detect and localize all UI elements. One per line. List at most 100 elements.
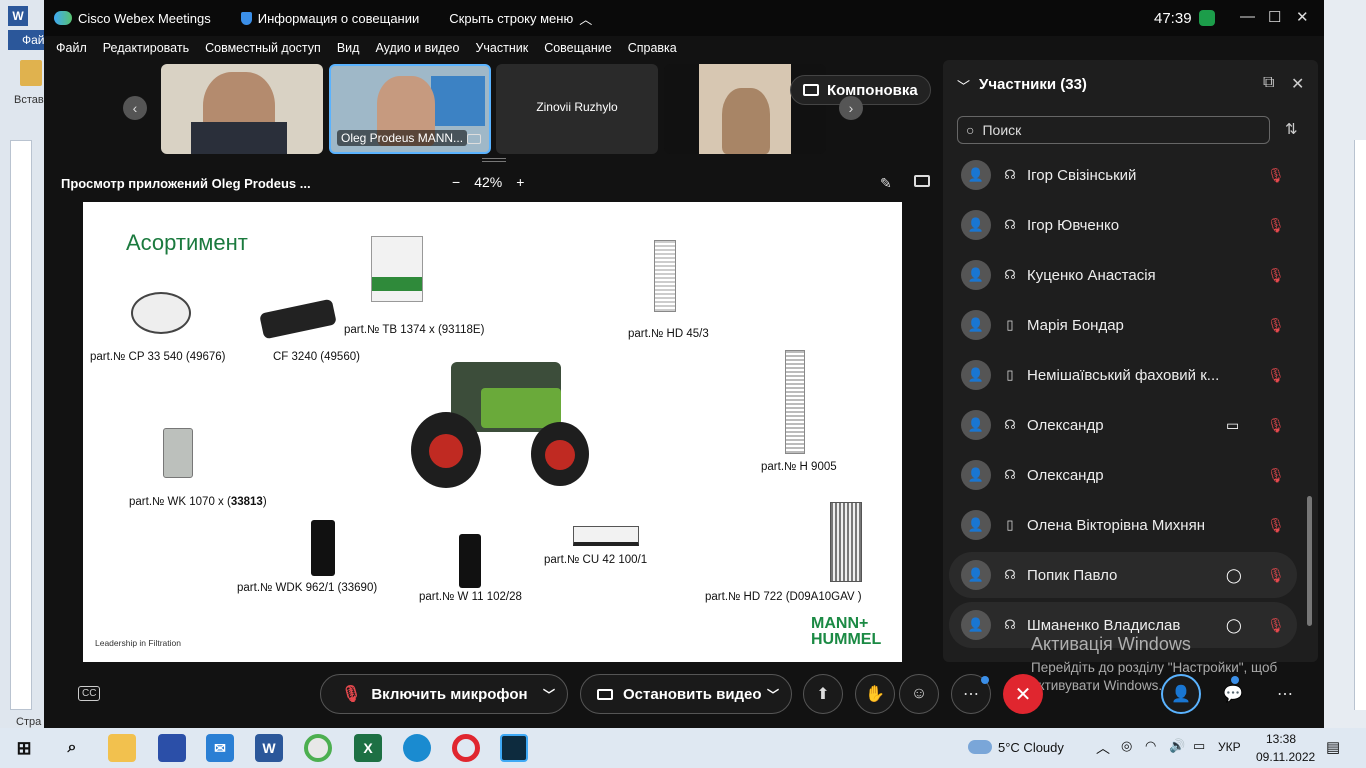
- hide-menu-button[interactable]: Скрыть строку меню ︿: [449, 9, 592, 28]
- video-tile-3[interactable]: Zinovii Ruzhylo: [496, 64, 658, 154]
- share-button[interactable]: ⬆: [803, 674, 843, 714]
- muted-mic-icon[interactable]: 🎙: [1267, 367, 1285, 384]
- muted-mic-icon: 🎙: [341, 686, 362, 703]
- participant-name: Куценко Анастасія: [1027, 266, 1156, 284]
- chat-icon: 💬: [1223, 686, 1243, 703]
- video-button[interactable]: Остановить видео ﹀: [580, 674, 792, 714]
- annotate-icon[interactable]: ✎: [880, 175, 892, 192]
- sort-icon[interactable]: ⇅: [1285, 120, 1298, 138]
- muted-mic-icon[interactable]: 🎙: [1267, 417, 1285, 434]
- participant-row[interactable]: 👤 ▯ Марія Бондар 🎙: [949, 302, 1297, 348]
- label-wdk: part.№ WDK 962/1 (33690): [237, 582, 378, 594]
- zoom-out-button[interactable]: −: [452, 174, 460, 190]
- search-icon[interactable]: ⌕: [58, 734, 86, 762]
- reactions-button[interactable]: ☺: [899, 674, 939, 714]
- word-right-ruler: [1354, 140, 1366, 710]
- participant-row[interactable]: 👤 ☊ Ігор Ювченко 🎙: [949, 202, 1297, 248]
- tb-filter-band: [372, 277, 422, 291]
- muted-mic-icon[interactable]: 🎙: [1267, 617, 1285, 634]
- participants-toggle-button[interactable]: 👤: [1161, 674, 1201, 714]
- mail-icon[interactable]: ✉: [206, 734, 234, 762]
- word-file-tab[interactable]: Фай: [8, 30, 45, 50]
- file-explorer-icon[interactable]: [108, 734, 136, 762]
- participant-scrollbar[interactable]: [1305, 160, 1313, 650]
- clock-date[interactable]: 09.11.2022: [1256, 750, 1315, 764]
- menu-help[interactable]: Справка: [628, 41, 677, 55]
- chat-bubble-icon[interactable]: ◯: [1226, 567, 1242, 584]
- close-icon[interactable]: ✕: [1296, 8, 1309, 26]
- menu-view[interactable]: Вид: [337, 41, 360, 55]
- participant-row[interactable]: 👤 ☊ Олександр ▭ 🎙: [949, 402, 1297, 448]
- menu-share[interactable]: Совместный доступ: [205, 41, 321, 55]
- word-app-icon[interactable]: W: [8, 6, 28, 26]
- scrollbar-thumb[interactable]: [1307, 496, 1312, 626]
- meeting-info-button[interactable]: Информация о совещании: [240, 11, 419, 26]
- popout-icon[interactable]: ⧉: [1263, 74, 1274, 92]
- video-tile-2-active[interactable]: Oleg Prodeus MANN...: [329, 64, 491, 154]
- participant-row[interactable]: 👤 ☊ Олександр 🎙: [949, 452, 1297, 498]
- notifications-icon[interactable]: ▤: [1326, 738, 1340, 756]
- weather-text[interactable]: 5°C Cloudy: [998, 740, 1064, 755]
- camera-icon: [597, 688, 613, 700]
- panel-more-button[interactable]: ⋯: [1265, 674, 1305, 714]
- minimize-icon[interactable]: —: [1240, 8, 1255, 25]
- participant-search-input[interactable]: ○ Поиск: [957, 116, 1270, 144]
- participant-name: Олександр: [1027, 416, 1104, 434]
- muted-mic-icon[interactable]: 🎙: [1267, 467, 1285, 484]
- muted-mic-icon[interactable]: 🎙: [1267, 317, 1285, 334]
- muted-mic-icon[interactable]: 🎙: [1267, 167, 1285, 184]
- chat-bubble-icon[interactable]: ◯: [1226, 617, 1242, 634]
- video-prev-button[interactable]: ‹: [123, 96, 147, 120]
- edge-icon[interactable]: [403, 734, 431, 762]
- menu-audio-video[interactable]: Аудио и видео: [375, 41, 459, 55]
- resize-handle[interactable]: [482, 158, 506, 162]
- tray-chevron-icon[interactable]: ︿: [1096, 738, 1110, 758]
- video-options-chevron-icon[interactable]: ﹀: [767, 686, 779, 703]
- zoom-in-button[interactable]: +: [516, 174, 524, 190]
- excel-icon[interactable]: X: [354, 734, 382, 762]
- captions-icon[interactable]: CC: [78, 686, 101, 701]
- paste-icon[interactable]: [20, 60, 42, 86]
- muted-mic-icon[interactable]: 🎙: [1267, 517, 1285, 534]
- save-icon[interactable]: [158, 734, 186, 762]
- webex-icon[interactable]: [500, 734, 528, 762]
- participant-row[interactable]: 👤 ☊ Ігор Свізінський 🎙: [949, 152, 1297, 198]
- hide-menu-label: Скрыть строку меню: [449, 10, 574, 26]
- wifi-icon[interactable]: ◠: [1145, 738, 1156, 754]
- participant-row[interactable]: 👤 ☊ Куценко Анастасія 🎙: [949, 252, 1297, 298]
- windows-start-icon[interactable]: ⊞: [10, 734, 38, 762]
- muted-mic-icon[interactable]: 🎙: [1267, 217, 1285, 234]
- participant-row[interactable]: 👤 ☊ Попик Павло ◯ 🎙: [949, 552, 1297, 598]
- leave-meeting-button[interactable]: ✕: [1003, 674, 1043, 714]
- participant-row[interactable]: 👤 ▯ Олена Вікторівна Михнян 🎙: [949, 502, 1297, 548]
- battery-icon[interactable]: ▭: [1193, 738, 1205, 754]
- menu-edit[interactable]: Редактировать: [103, 41, 189, 55]
- menu-meeting[interactable]: Совещание: [544, 41, 612, 55]
- volume-icon[interactable]: 🔊: [1169, 738, 1185, 754]
- muted-mic-icon[interactable]: 🎙: [1267, 267, 1285, 284]
- maximize-icon[interactable]: ☐: [1268, 8, 1281, 26]
- collapse-chevron-icon[interactable]: ﹀: [957, 76, 970, 95]
- video-next-button[interactable]: ›: [839, 96, 863, 120]
- word-icon[interactable]: W: [255, 734, 283, 762]
- menu-file[interactable]: Файл: [56, 41, 87, 55]
- raise-hand-button[interactable]: ✋: [855, 674, 895, 714]
- phone-icon: ▯: [1006, 317, 1014, 332]
- menu-participant[interactable]: Участник: [475, 41, 528, 55]
- mic-options-chevron-icon[interactable]: ﹀: [543, 686, 555, 703]
- participant-row[interactable]: 👤 ▯ Немішаївський фаховий к... 🎙: [949, 352, 1297, 398]
- opera-icon[interactable]: [452, 734, 480, 762]
- tray-app-icon[interactable]: ◎: [1121, 738, 1132, 754]
- mic-button[interactable]: 🎙 Включить микрофон ﹀: [320, 674, 568, 714]
- close-panel-icon[interactable]: ✕: [1291, 74, 1304, 94]
- language-indicator[interactable]: УКР: [1218, 740, 1241, 754]
- avatar-icon: 👤: [961, 210, 991, 240]
- avatar-icon: 👤: [961, 410, 991, 440]
- network-signal-icon[interactable]: [1199, 10, 1215, 26]
- video-tile-1[interactable]: [161, 64, 323, 154]
- muted-mic-icon[interactable]: 🎙: [1267, 567, 1285, 584]
- clock-time[interactable]: 13:38: [1266, 732, 1296, 746]
- layout-icon: [803, 84, 819, 96]
- chrome-icon[interactable]: [304, 734, 332, 762]
- view-options-icon[interactable]: [914, 175, 930, 187]
